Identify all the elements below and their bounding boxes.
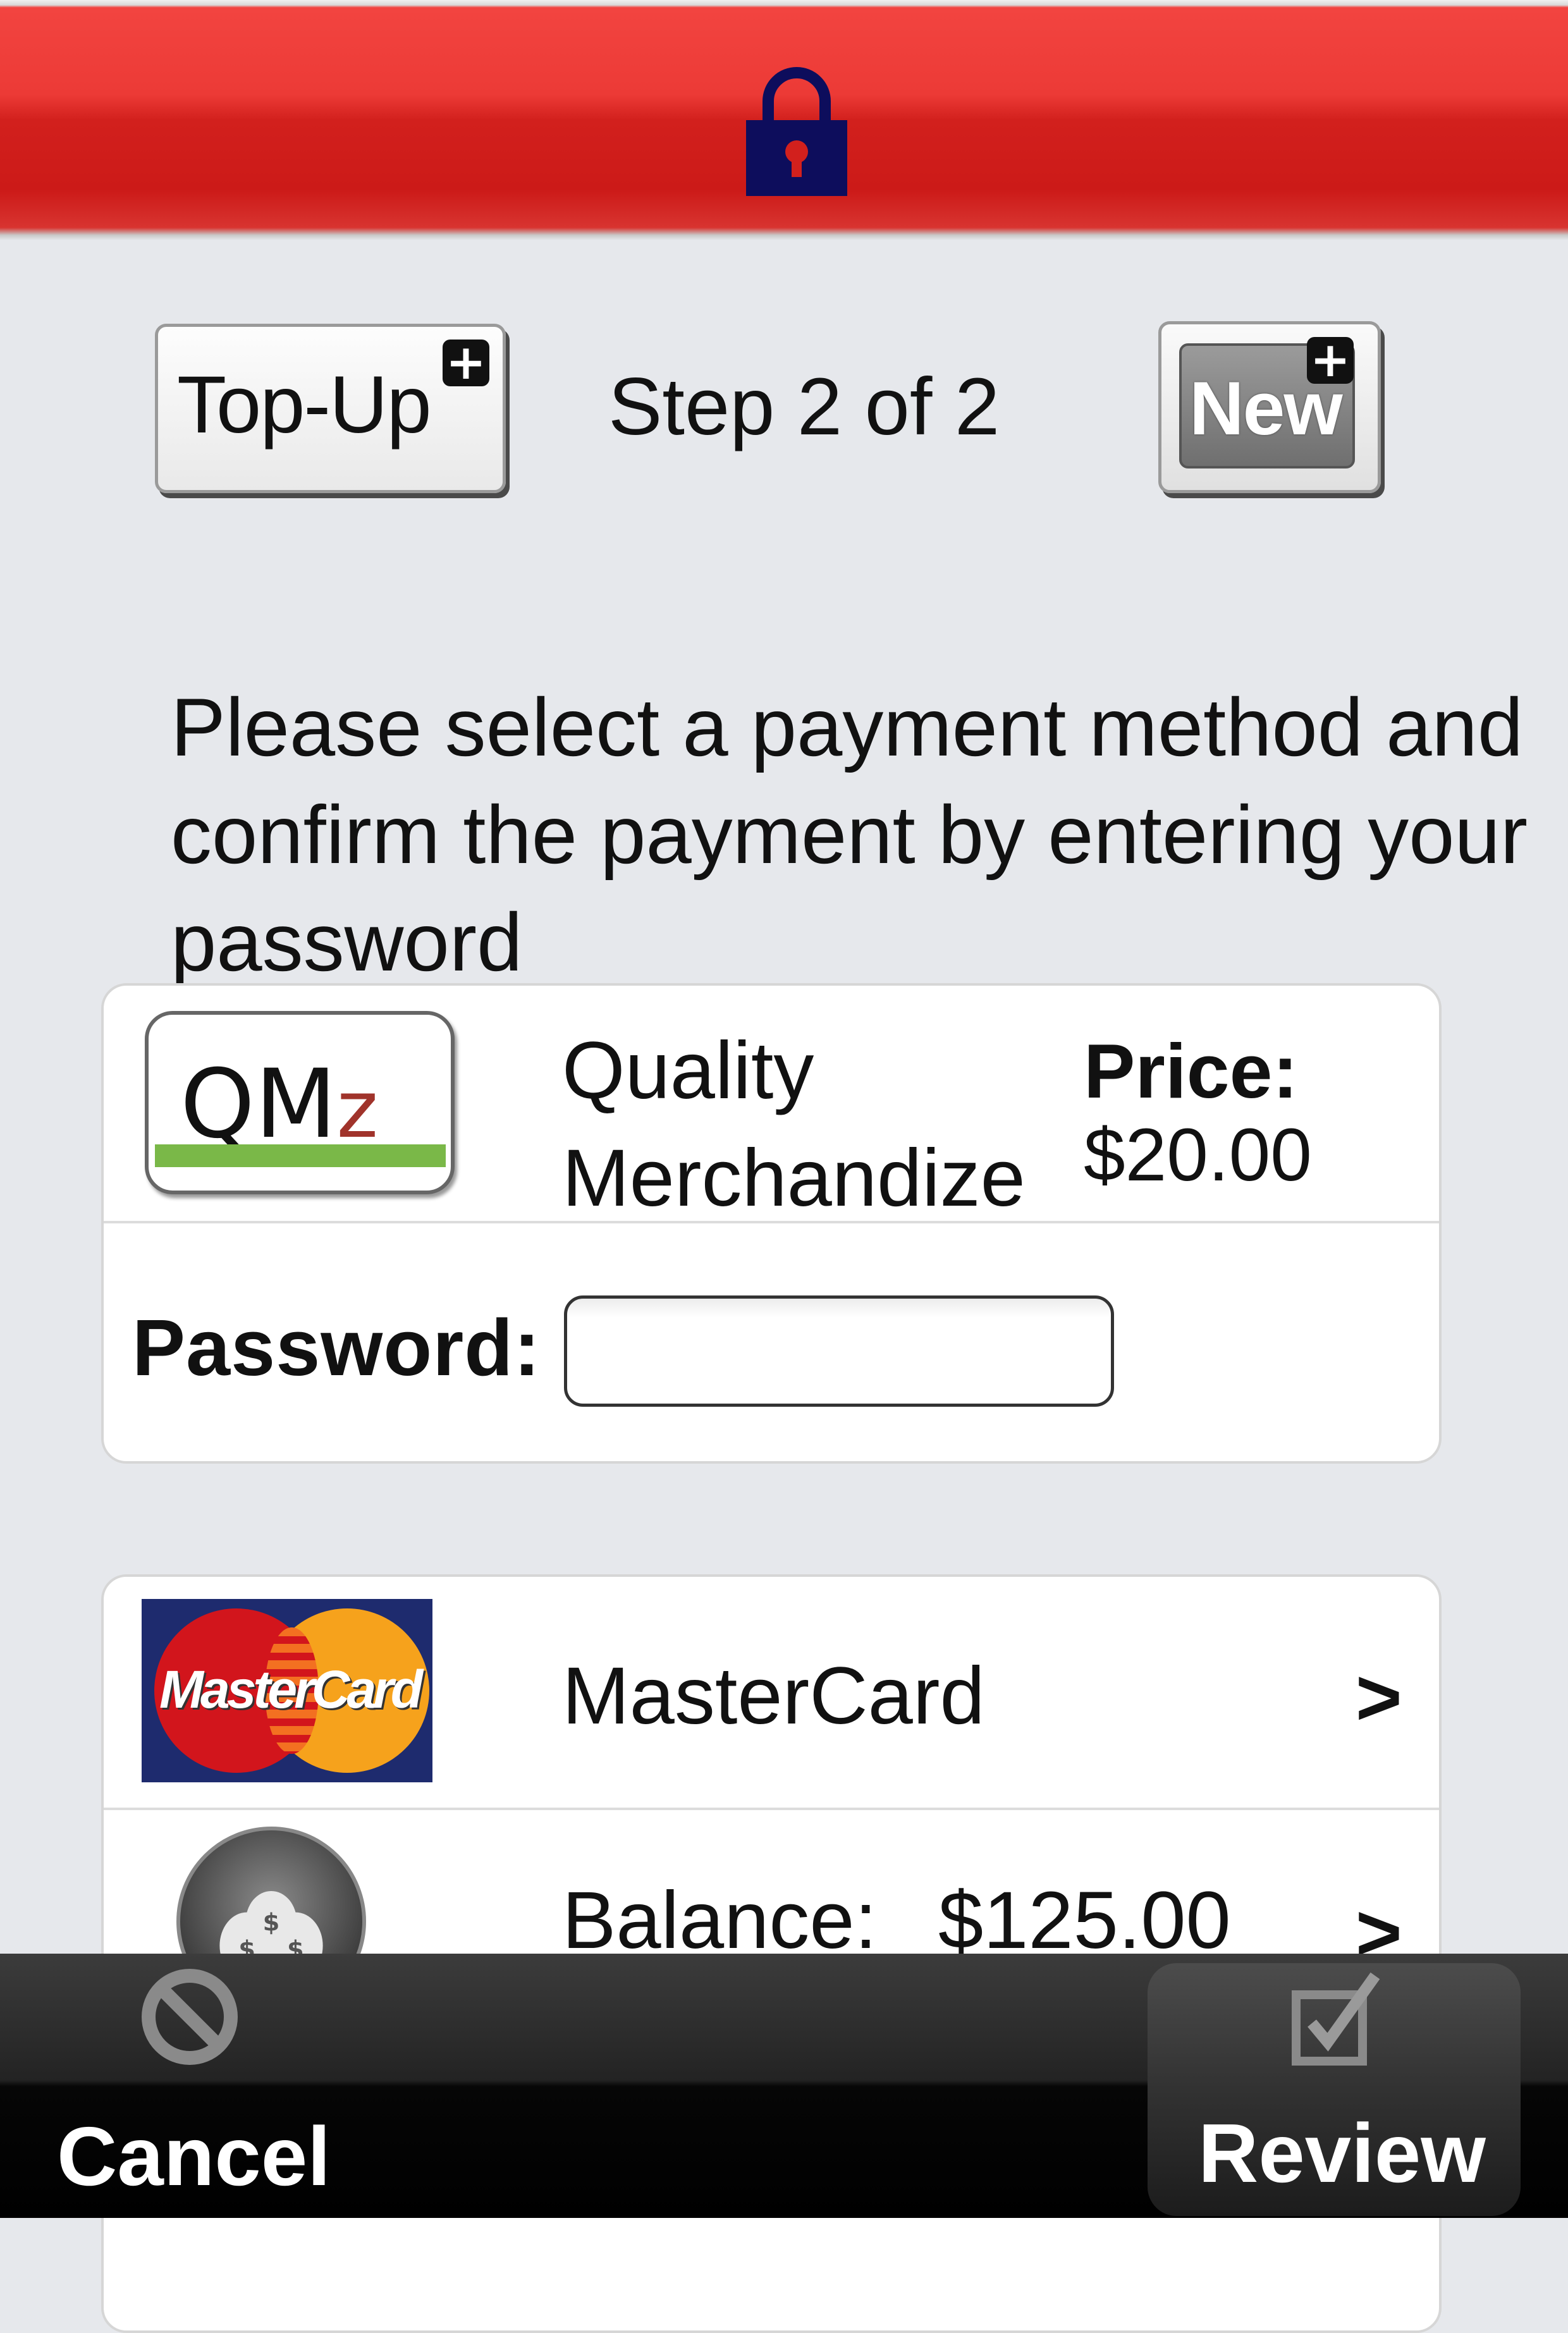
top-up-label: Top-Up — [177, 360, 432, 450]
mastercard-logo-text: MasterCard — [159, 1660, 423, 1719]
mastercard-logo: MasterCard — [142, 1599, 432, 1782]
cancel-label: Cancel — [57, 2110, 331, 2203]
divider — [104, 1221, 1439, 1223]
merchant-logo-z: z — [336, 1064, 379, 1156]
password-field[interactable] — [564, 1295, 1114, 1407]
review-button[interactable]: Review — [1148, 1963, 1521, 2216]
plus-icon: + — [443, 338, 489, 386]
step-indicator: Step 2 of 2 — [608, 362, 1000, 452]
price-value: $20.00 — [1084, 1113, 1312, 1197]
merchant-logo-main: QM — [180, 1050, 337, 1160]
lock-icon — [746, 67, 847, 196]
price-label: Price: — [1084, 1028, 1299, 1114]
header-bar — [0, 0, 1568, 240]
review-label: Review — [1198, 2107, 1486, 2200]
payment-method-mastercard[interactable]: MasterCard MasterCard > — [104, 1577, 1439, 1808]
checkbox-check-icon — [1292, 1972, 1380, 2066]
new-button[interactable]: New + — [1158, 321, 1381, 493]
password-label: Password: — [132, 1303, 541, 1392]
cancel-button[interactable]: Cancel — [38, 1963, 354, 2210]
bottom-toolbar: Cancel Review — [0, 1954, 1568, 2218]
cancel-icon — [142, 1969, 238, 2065]
balance-value: $125.00 — [938, 1875, 1231, 1966]
plus-icon: + — [1307, 336, 1354, 384]
top-up-button[interactable]: Top-Up + — [155, 324, 506, 493]
merchant-logo: QMz — [145, 1011, 455, 1194]
balance-label: Balance: — [562, 1875, 878, 1966]
instruction-text: Please select a payment method and confi… — [171, 681, 1528, 988]
payment-summary-panel: QMz Quality Merchandize Price: $20.00 Pa… — [101, 983, 1442, 1464]
mastercard-label: MasterCard — [562, 1651, 985, 1741]
merchant-name: Quality Merchandize — [562, 1026, 1026, 1223]
svg-text:$: $ — [263, 1908, 280, 1937]
chevron-right-icon: > — [1356, 1653, 1402, 1742]
merchant-logo-bar — [155, 1144, 446, 1167]
merchant-logo-text: QMz — [180, 1050, 378, 1160]
